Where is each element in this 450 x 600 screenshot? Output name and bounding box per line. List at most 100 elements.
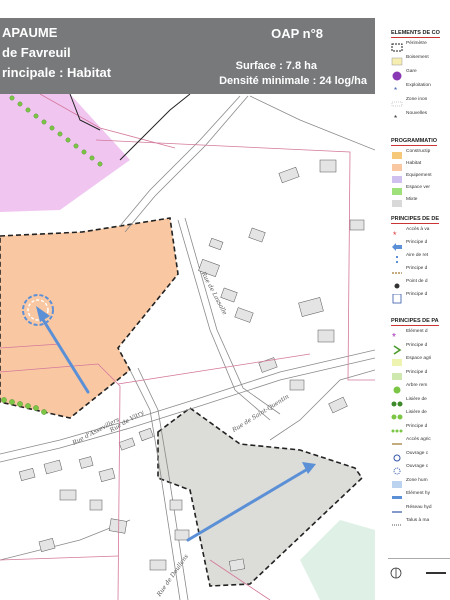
green-space-area	[300, 520, 375, 600]
legend-item-label: Ouvrage c	[406, 450, 429, 456]
legend-item: Accès agric	[391, 436, 450, 446]
legend-item: * Exploitation	[391, 82, 450, 95]
legend-symbol-icon	[391, 148, 403, 159]
legend-panel: ELEMENTS DE CO Périmètre Boisement Gare * Ex…	[378, 18, 450, 600]
legend-item-label: Exploitation	[406, 83, 431, 88]
legend-item-label: Accès à va	[406, 227, 430, 232]
legend-symbol-icon	[391, 239, 403, 251]
legend-symbol-icon: *	[391, 328, 403, 343]
legend-item-label: Principe d	[406, 266, 428, 271]
density-value: Densité minimale : 24 log/ha	[219, 75, 367, 87]
legend-item-label: Mixte	[406, 197, 418, 202]
legend-item: Principe d	[391, 291, 450, 304]
legend-item: Principe d	[391, 265, 450, 275]
legend-item-label: Lisière de	[406, 410, 427, 415]
legend-symbol-icon	[391, 342, 403, 355]
legend-symbol-icon	[391, 96, 403, 107]
legend-symbol-icon	[391, 436, 403, 445]
legend-symbol-icon	[391, 160, 403, 171]
legend-item: * Elément d	[391, 328, 450, 343]
legend-symbol-icon	[391, 54, 403, 66]
legend-item-label: Principe d	[406, 342, 428, 348]
legend-item: Principe d	[391, 423, 450, 433]
legend-item: Arbre rem	[391, 382, 450, 394]
legend-symbol-icon	[391, 252, 403, 263]
legend-item: Zone hum	[391, 477, 450, 488]
legend-item-label: Elément hy	[406, 491, 430, 496]
legend-item-label: Boisement	[406, 55, 429, 60]
legend-item-label: Point de d	[406, 279, 428, 284]
legend-symbol-icon	[391, 184, 403, 195]
legend-symbol-icon	[391, 291, 403, 304]
equipment-zone	[0, 94, 130, 212]
legend-item: Talus à ma	[391, 517, 450, 527]
legend-item-label: Espace ver	[406, 185, 430, 190]
legend-item-label: Réseau hyd	[406, 504, 432, 510]
legend-symbol-icon	[391, 463, 403, 475]
legend-symbol-icon	[391, 477, 403, 488]
legend-item-label: Elément d	[406, 329, 428, 334]
legend-item-label: Principe d	[406, 240, 428, 245]
legend-section-programming: PROGRAMMATIO	[391, 138, 438, 146]
legend-section-context: ELEMENTS DE CO	[391, 30, 440, 38]
legend-symbol-icon	[391, 423, 403, 432]
legend-item: Boisement	[391, 54, 450, 66]
legend-item-label: Gare	[406, 69, 417, 74]
legend-symbol-icon: *	[391, 82, 403, 95]
main-vocation: rincipale : Habitat	[2, 65, 112, 80]
legend-item: * Nouvelles	[391, 110, 450, 123]
map-header: APAUME de Favreuil rincipale : Habitat O…	[0, 18, 375, 94]
legend-item-label: Principe d	[406, 292, 428, 297]
svg-text:*: *	[393, 230, 397, 239]
legend-item: Constructip	[391, 148, 450, 159]
legend-item: Réseau hyd	[391, 504, 450, 514]
legend-symbol-icon	[391, 490, 403, 499]
svg-text:*: *	[392, 332, 396, 341]
legend-item-label: Espace agri	[406, 356, 432, 361]
legend-symbol-icon	[391, 196, 403, 207]
legend-symbol-icon	[391, 504, 403, 513]
legend-item: Mixte	[391, 196, 450, 207]
legend-symbol-icon	[391, 40, 403, 52]
legend-item: Aire de ret	[391, 252, 450, 263]
surface-value: Surface : 7.8 ha	[235, 60, 317, 72]
legend-item: Equipement	[391, 172, 450, 183]
legend-item: Espace ver	[391, 184, 450, 195]
legend-symbol-icon: *	[391, 226, 403, 240]
north-scale-icon	[390, 567, 446, 579]
oap-number: OAP n°8	[271, 26, 323, 41]
legend-item-label: Lisière de	[406, 396, 427, 402]
legend-symbol-icon	[391, 68, 403, 81]
legend-item: Elément hy	[391, 490, 450, 500]
legend-symbol-icon	[391, 409, 403, 420]
legend-item: Zone inon	[391, 96, 450, 107]
legend-symbol-icon	[391, 517, 403, 526]
legend-item-label: Arbre rem	[406, 383, 428, 388]
legend-section-access: PRINCIPES DE DE	[391, 216, 439, 224]
commune-title: APAUME	[2, 25, 58, 40]
legend-item-label: Principe d	[406, 369, 428, 375]
legend-item-label: Accès agric	[406, 437, 431, 442]
legend-item: Lisière de	[391, 409, 450, 420]
legend-item: Espace agri	[391, 355, 450, 366]
legend-item-label: Equipement	[406, 173, 432, 178]
legend-symbol-icon	[391, 382, 403, 394]
legend-item: * Accès à va	[391, 226, 450, 240]
legend-item: Ouvrage c	[391, 463, 450, 475]
legend-item: Lisière de	[391, 396, 450, 406]
legend-item: Habitat	[391, 160, 450, 171]
legend-item-label: Zone inon	[406, 97, 428, 102]
legend-symbol-icon	[391, 355, 403, 366]
legend-symbol-icon	[391, 172, 403, 183]
legend-item-label: Nouvelles	[406, 111, 428, 116]
legend-item-label: Périmètre	[406, 41, 427, 46]
legend-item-label: Zone hum	[406, 477, 428, 483]
legend-item-label: Aire de ret	[406, 253, 429, 258]
map-view[interactable]: APAUME de Favreuil rincipale : Habitat O…	[0, 0, 375, 600]
legend-item: Ouvrage c	[391, 450, 450, 461]
legend-section-landscape: PRINCIPES DE PA	[391, 318, 439, 326]
legend-item: Principe d	[391, 369, 450, 380]
legend-symbol-icon	[391, 396, 403, 406]
legend-item: Principe d	[391, 239, 450, 251]
legend-item: Point de d	[391, 278, 450, 289]
